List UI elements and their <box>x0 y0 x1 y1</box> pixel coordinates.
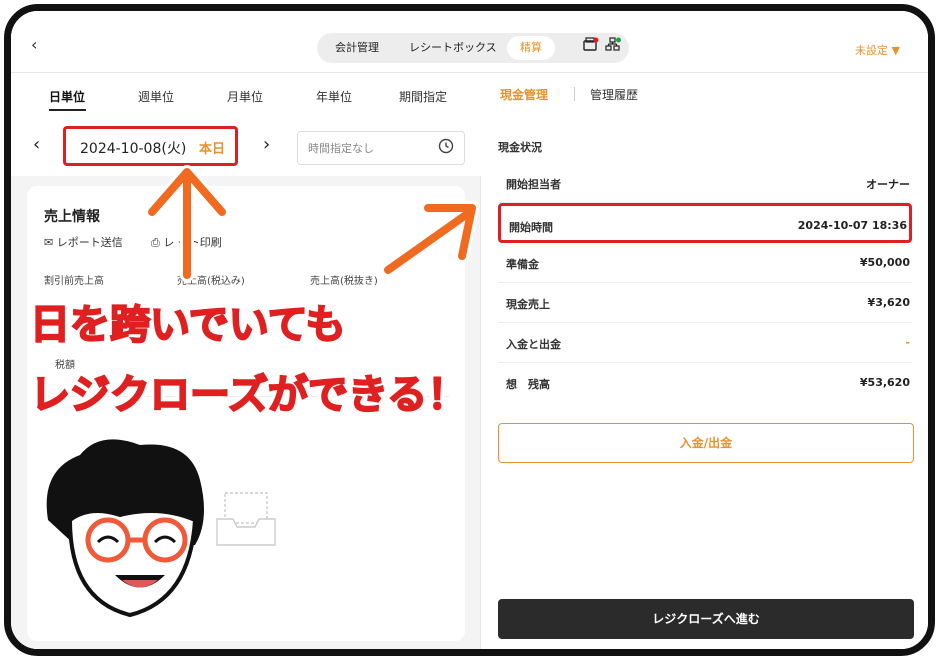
tab-cash-management[interactable]: 現金管理 <box>500 86 548 103</box>
row-value: ¥3,620 <box>867 296 910 309</box>
back-chevron-icon[interactable]: ‹ <box>31 35 37 54</box>
print-report-label: レ ート印刷 <box>163 236 222 249</box>
row-in-out: 入金と出金 - <box>498 323 912 363</box>
row-reserve: 準備金 ¥50,000 <box>498 243 912 283</box>
row-key: 開始担当者 <box>506 178 561 191</box>
clock-icon <box>438 138 454 158</box>
date-bar: ‹ 2024-10-08(火) 本日 › 時間指定なし <box>11 114 481 176</box>
mode-segmented-control: 会計管理 レシートボックス 精算 <box>317 33 629 63</box>
tab-period[interactable]: 期間指定 <box>399 88 447 105</box>
mail-icon: ✉ <box>44 236 54 249</box>
row-value: オーナー <box>866 178 910 191</box>
unset-dropdown[interactable]: 未設定 ▼ <box>855 42 900 58</box>
right-pane: 現金管理 管理履歴 現金状況 開始担当者 オーナー 開始時間 2024-10-0… <box>482 74 928 649</box>
unset-label: 未設定 <box>855 44 889 57</box>
sales-info-title: 売上情報 <box>44 209 100 225</box>
tab-weekly[interactable]: 週単位 <box>138 88 174 105</box>
tab-history[interactable]: 管理履歴 <box>590 86 638 103</box>
network-icon[interactable] <box>605 33 621 63</box>
col-sales-tax-excl: 売上高(税抜き) <box>310 276 378 287</box>
date-highlight-box[interactable]: 2024-10-08(火) 本日 <box>63 126 238 166</box>
row-key: 開始時間 <box>509 221 553 234</box>
send-report-label: レポート送信 <box>56 236 123 249</box>
register-icon[interactable] <box>583 33 599 63</box>
row-key: 準備金 <box>506 258 539 271</box>
time-filter-input[interactable]: 時間指定なし <box>297 131 465 165</box>
next-day-icon[interactable]: › <box>263 134 270 155</box>
row-cash-sales: 現金売上 ¥3,620 <box>498 283 912 323</box>
period-tabs: 日単位 週単位 月単位 年単位 期間指定 <box>11 74 481 114</box>
register-close-button[interactable]: レジクローズへ進む <box>498 599 914 639</box>
row-value: ¥53,620 <box>859 376 910 389</box>
caption-line-2: レジクローズができる！ <box>29 371 468 419</box>
col-sales-tax-incl: 売上高(税込み) <box>177 276 245 287</box>
caret-down-icon: ▼ <box>891 44 900 57</box>
row-start-time: 開始時間 2024-10-07 18:36 <box>498 203 912 243</box>
print-report-link[interactable]: ⎙ レ ート印刷 <box>151 234 222 250</box>
time-placeholder: 時間指定なし <box>308 142 374 155</box>
send-report-link[interactable]: ✉ レポート送信 <box>44 234 123 250</box>
tab-separator <box>574 87 575 101</box>
row-key: 想 残高 <box>506 378 550 391</box>
tab-monthly[interactable]: 月単位 <box>227 88 263 105</box>
tab-yearly[interactable]: 年単位 <box>316 88 352 105</box>
current-date: 2024-10-08(火) <box>80 141 187 157</box>
empty-tray-icon <box>215 491 277 549</box>
row-value: ¥50,000 <box>859 256 910 269</box>
caption-line-1: 日を跨いでいても <box>29 301 347 349</box>
row-start-staff: 開始担当者 オーナー <box>498 163 912 203</box>
prev-day-icon[interactable]: ‹ <box>33 134 40 155</box>
segment-receipt-box[interactable]: レシートボックス <box>409 33 497 63</box>
segment-settlement[interactable]: 精算 <box>507 36 555 60</box>
top-bar: ‹ 会計管理 レシートボックス 精算 未設定 ▼ <box>11 11 928 73</box>
row-key: 入金と出金 <box>506 338 561 351</box>
deposit-withdraw-button[interactable]: 入金/出金 <box>498 423 914 463</box>
active-tab-underline <box>49 109 86 111</box>
cash-status-heading: 現金状況 <box>498 141 542 154</box>
row-value: 2024-10-07 18:36 <box>797 219 907 232</box>
segment-accounting[interactable]: 会計管理 <box>335 33 379 63</box>
row-value: - <box>905 336 910 349</box>
tab-daily[interactable]: 日単位 <box>49 88 85 105</box>
row-key: 現金売上 <box>506 298 550 311</box>
today-label: 本日 <box>199 142 226 157</box>
row-expected-balance: 想 残高 ¥53,620 <box>498 363 912 403</box>
printer-icon: ⎙ <box>151 236 160 249</box>
col-pre-discount-sales: 割引前売上高 <box>44 276 104 287</box>
